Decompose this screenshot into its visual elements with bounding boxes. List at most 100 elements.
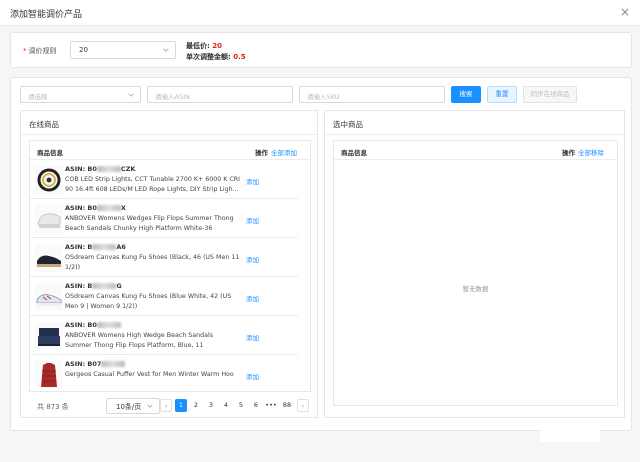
page-size-select[interactable]: 10条/页	[106, 398, 160, 414]
more-pages[interactable]: •••	[265, 399, 277, 412]
col-action: 操作	[562, 149, 575, 157]
page-88[interactable]: 88	[280, 399, 294, 412]
asin-text: ASIN: B0 CZK	[65, 165, 135, 173]
divider	[334, 159, 617, 160]
divider	[21, 134, 317, 135]
redacted-block	[92, 283, 117, 289]
divider	[325, 134, 624, 135]
asin-prefix: ASIN: B	[65, 282, 93, 290]
pricing-rule-value: 20	[79, 46, 88, 54]
asin-suffix: X	[120, 204, 126, 212]
add-link[interactable]: 添加	[246, 332, 259, 342]
asin-suffix: CZK	[120, 165, 136, 173]
pricing-rule-card: * 调价规则 20 最低价: 20 单次调整金额: 0.5	[10, 32, 632, 68]
add-link[interactable]: 添加	[246, 293, 259, 303]
min-price-label: 最低价:	[186, 42, 210, 50]
remove-all-link[interactable]: 全部移除	[578, 147, 604, 157]
asin-prefix: ASIN: B0	[65, 165, 97, 173]
store-select[interactable]: 请选择	[20, 86, 141, 103]
asin-input[interactable]: 请输入ASIN	[147, 86, 293, 103]
asin-suffix: A6	[116, 243, 126, 251]
min-price-line: 最低价: 20	[186, 41, 246, 52]
asin-text: ASIN: B0	[65, 321, 121, 329]
asin-text: ASIN: B G	[65, 282, 122, 290]
product-title: ANBOVER Womens High Wedge Beach Sandals …	[65, 332, 214, 349]
selected-panel-title: 选中商品	[333, 120, 363, 129]
footer-blank	[540, 430, 600, 442]
prev-page-button[interactable]: ‹	[160, 399, 172, 412]
add-link[interactable]: 添加	[246, 215, 259, 225]
chevron-down-icon	[163, 48, 169, 52]
table-row: ASIN: B07 Gergeos Casual Puffer Vest for…	[30, 355, 298, 391]
pricing-rule-label-text: 调价规则	[28, 47, 57, 55]
dialog-header: 添加智能调价产品 ×	[0, 0, 640, 26]
pricing-rule-label: * 调价规则	[23, 46, 57, 56]
required-mark: *	[23, 47, 27, 55]
pagination: 共 873 条 10条/页 ‹ 1 2 3 4 5 6 ••• 88 ›	[21, 395, 317, 417]
black-shoe-thumbnail	[35, 244, 63, 272]
redacted-block	[96, 205, 121, 211]
search-button[interactable]: 搜索	[451, 86, 481, 103]
asin-prefix: ASIN: B0	[65, 321, 97, 329]
red-vest-thumbnail	[35, 361, 63, 389]
sku-input[interactable]: 请输入SKU	[299, 86, 445, 103]
close-icon[interactable]: ×	[620, 5, 630, 19]
page-5[interactable]: 5	[235, 399, 247, 412]
store-select-placeholder: 请选择	[28, 93, 48, 101]
product-title: Gergeos Casual Puffer Vest for Men Winte…	[65, 371, 234, 378]
page-1[interactable]: 1	[175, 399, 187, 412]
selected-products-panel: 选中商品 商品信息 操作 全部移除 暂无数据	[324, 110, 625, 418]
asin-text: ASIN: B A6	[65, 243, 126, 251]
blue-shoe-thumbnail	[35, 283, 63, 311]
product-title: COB LED Strip Lights, CCT Tunable 2700 K…	[65, 176, 241, 193]
redacted-block	[96, 322, 121, 328]
reset-button[interactable]: 重置	[487, 86, 517, 103]
table-row: ASIN: B A6 OSdream Canvas Kung Fu Shoes (…	[30, 238, 298, 277]
navy-sandal-thumbnail	[35, 322, 63, 350]
page-6[interactable]: 6	[250, 399, 262, 412]
chevron-down-icon	[147, 404, 153, 408]
online-panel-title: 在线商品	[29, 120, 59, 129]
online-products-table: 商品信息 操作 全部添加 ASIN: B0 CZK COB LED Strip L…	[29, 140, 311, 392]
product-picker-card: 请选择 请输入ASIN 请输入SKU 搜索 重置 同步在线商品 在线商品 商品信…	[10, 77, 632, 431]
add-link[interactable]: 添加	[246, 176, 259, 186]
chevron-down-icon	[128, 93, 134, 97]
page-4[interactable]: 4	[220, 399, 232, 412]
asin-suffix: G	[116, 282, 122, 290]
product-title: OSdream Canvas Kung Fu Shoes (Black, 46 …	[65, 254, 240, 271]
asin-input-placeholder: 请输入ASIN	[155, 93, 190, 101]
next-page-button[interactable]: ›	[297, 399, 309, 412]
rule-info: 最低价: 20 单次调整金额: 0.5	[186, 41, 246, 63]
page-2[interactable]: 2	[190, 399, 202, 412]
page-3[interactable]: 3	[205, 399, 217, 412]
selected-products-table: 商品信息 操作 全部移除 暂无数据	[333, 140, 618, 406]
white-sandal-thumbnail	[35, 205, 63, 233]
led-strip-thumbnail	[35, 166, 63, 194]
add-link[interactable]: 添加	[246, 254, 259, 264]
asin-prefix: ASIN: B	[65, 243, 93, 251]
col-action: 操作	[255, 149, 268, 157]
add-all-link[interactable]: 全部添加	[271, 147, 297, 157]
dialog-title: 添加智能调价产品	[10, 10, 83, 20]
table-row: ASIN: B0 CZK COB LED Strip Lights, CCT Tu…	[30, 160, 298, 199]
asin-prefix: ASIN: B0	[65, 204, 97, 212]
table-row: ASIN: B0 ANBOVER Womens High Wedge Beach…	[30, 316, 298, 355]
pricing-rule-select[interactable]: 20	[70, 41, 176, 59]
step-value: 0.5	[233, 53, 246, 61]
page-size-value: 10条/页	[116, 403, 142, 411]
redacted-block	[96, 166, 121, 172]
redacted-block	[92, 244, 117, 250]
step-label: 单次调整金额:	[186, 53, 231, 61]
col-product-info: 商品信息	[341, 149, 367, 157]
sku-input-placeholder: 请输入SKU	[307, 93, 340, 101]
table-row: ASIN: B G OSdream Canvas Kung Fu Shoes (B…	[30, 277, 298, 316]
table-row: ASIN: B0 X ANBOVER Womens Wedges Flip Flo…	[30, 199, 298, 238]
asin-text: ASIN: B07	[65, 360, 126, 368]
sync-online-button[interactable]: 同步在线商品	[523, 86, 577, 103]
asin-prefix: ASIN: B07	[65, 360, 102, 368]
min-price-value: 20	[212, 42, 222, 50]
add-link[interactable]: 添加	[246, 371, 259, 381]
add-product-dialog: 添加智能调价产品 × * 调价规则 20 最低价: 20 单次调整金额: 0.5 …	[0, 0, 640, 462]
online-products-panel: 在线商品 商品信息 操作 全部添加 ASIN: B0 CZK COB LED St…	[20, 110, 318, 418]
redacted-block	[101, 361, 126, 367]
